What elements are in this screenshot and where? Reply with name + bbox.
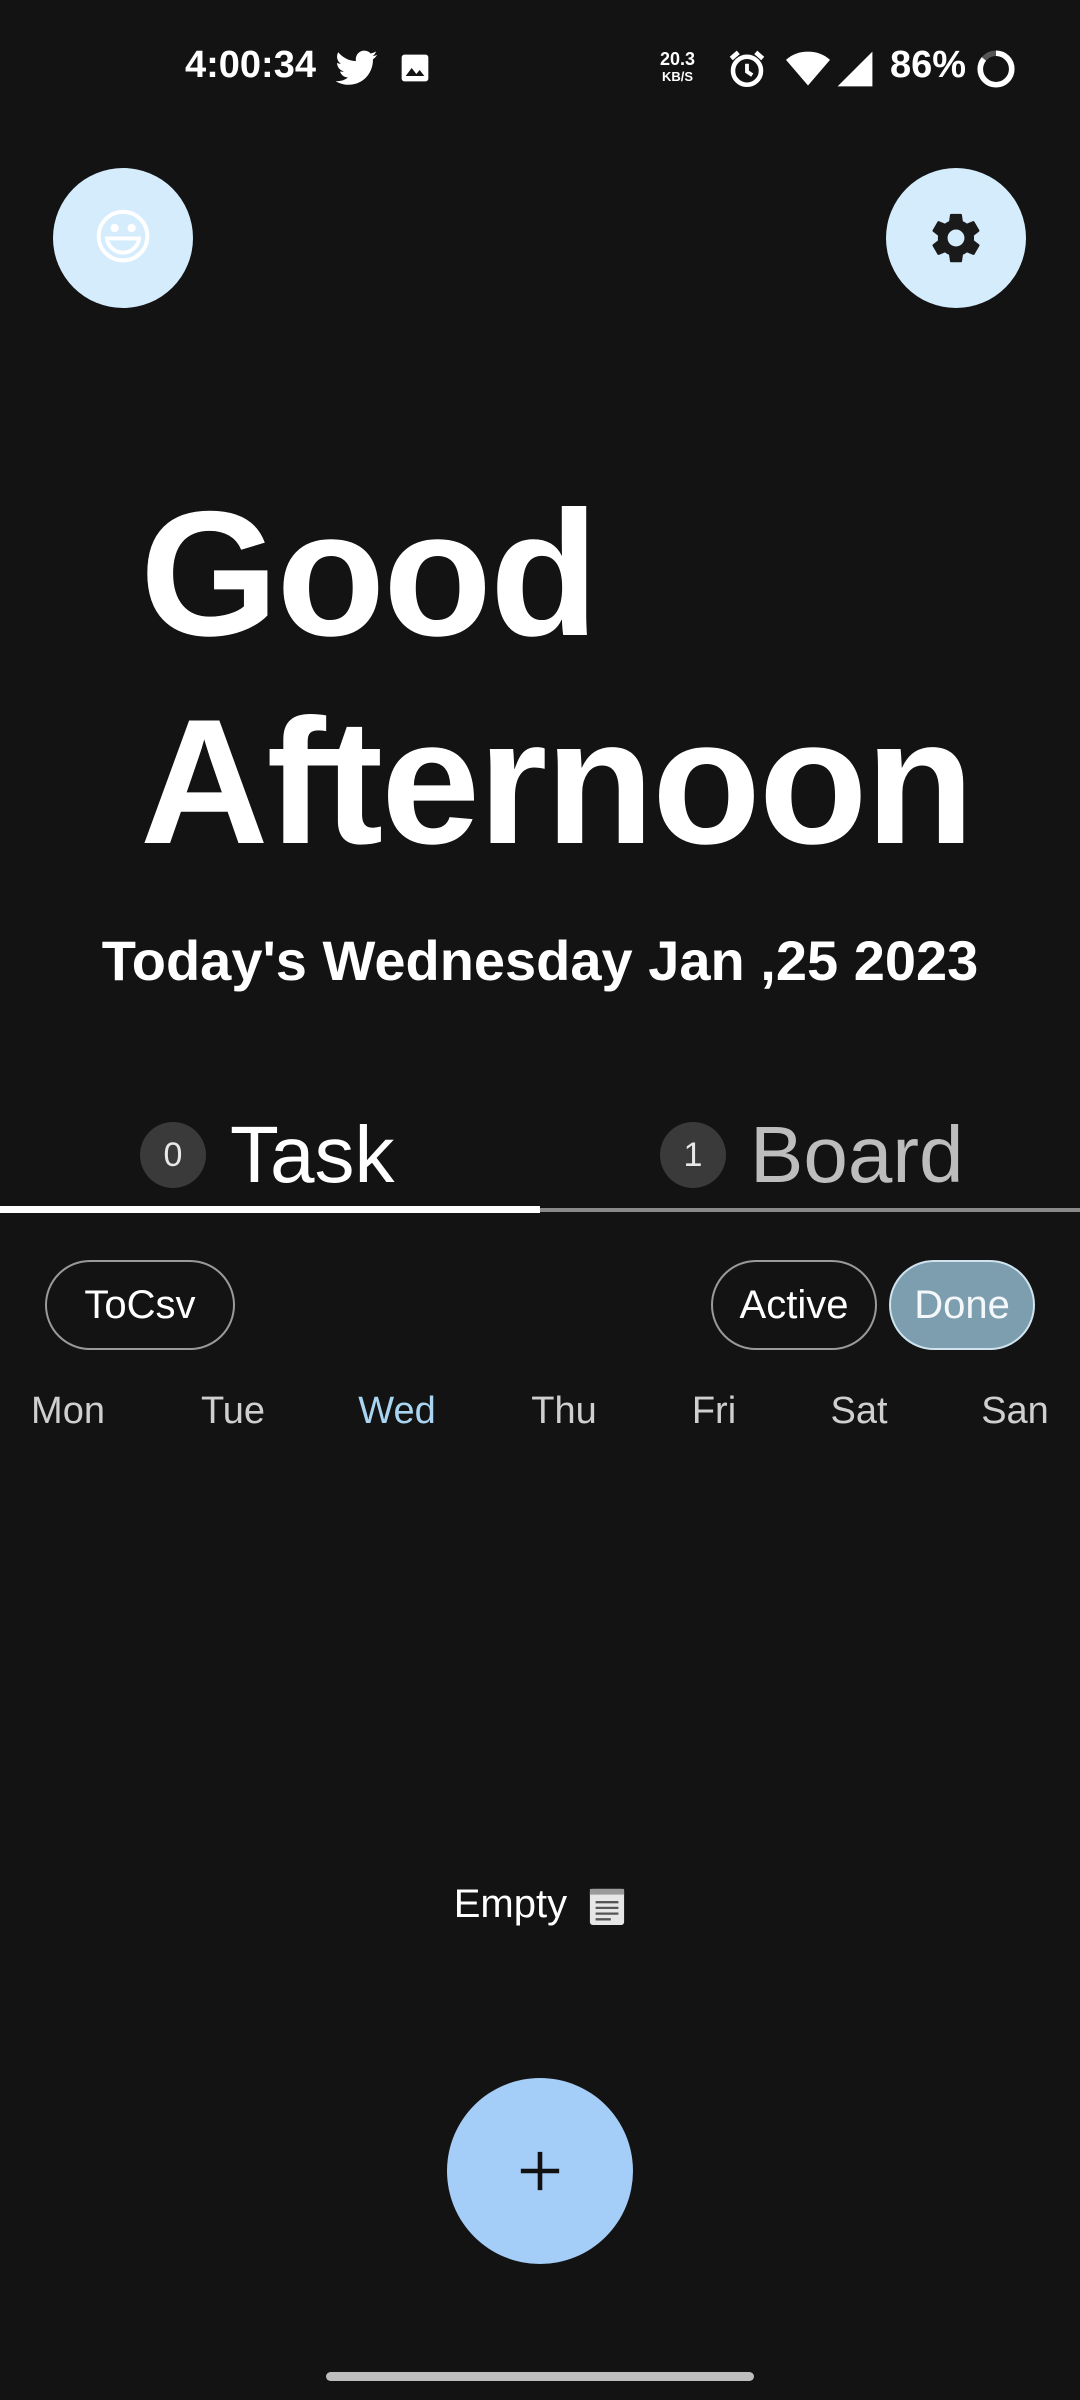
day-mon[interactable]: Mon — [31, 1390, 105, 1433]
tab-selected-indicator — [0, 1206, 540, 1213]
battery-percentage: 86% — [890, 44, 967, 86]
day-tue[interactable]: Tue — [201, 1390, 265, 1433]
weekday-selector: Mon Tue Wed Thu Fri Sat San — [0, 1390, 1080, 1450]
plus-icon — [520, 2151, 560, 2191]
home-indicator[interactable] — [326, 2372, 754, 2381]
alarm-icon — [729, 50, 765, 88]
settings-button[interactable] — [886, 168, 1026, 308]
network-speed: 20.3 KB/S — [660, 50, 695, 86]
date-subtitle: Today's Wednesday Jan ,25 2023 — [101, 929, 979, 992]
day-san[interactable]: San — [981, 1390, 1049, 1433]
filter-done-chip[interactable]: Done — [889, 1260, 1035, 1350]
export-csv-button[interactable]: ToCsv — [45, 1260, 235, 1350]
task-count-badge: 0 — [140, 1122, 206, 1188]
signal-icon — [837, 51, 873, 87]
tab-task-label: Task — [230, 1110, 395, 1199]
day-sat[interactable]: Sat — [830, 1390, 887, 1433]
profile-button[interactable]: 😃 — [53, 168, 193, 308]
status-time: 4:00:34 — [185, 44, 316, 86]
empty-state-text: Empty — [453, 1882, 568, 1926]
day-fri[interactable]: Fri — [692, 1390, 736, 1433]
tab-board-label: Board — [750, 1110, 964, 1199]
tab-task[interactable]: 0 Task — [140, 1100, 395, 1210]
day-thu[interactable]: Thu — [531, 1390, 596, 1433]
twitter-icon — [336, 50, 378, 85]
tab-board[interactable]: 1 Board — [660, 1100, 963, 1210]
wifi-icon — [786, 51, 830, 86]
greeting-line-2: Afternoon — [140, 682, 974, 881]
network-speed-unit: KB/S — [661, 69, 694, 84]
filter-active-chip[interactable]: Active — [711, 1260, 877, 1350]
greeting-line-1: Good — [140, 474, 599, 673]
add-task-button[interactable] — [447, 2078, 633, 2264]
image-icon — [401, 54, 429, 82]
day-wed[interactable]: Wed — [358, 1390, 435, 1433]
greeting-title: Good Afternoon — [140, 470, 1020, 886]
battery-ring-icon — [977, 50, 1015, 88]
network-speed-value: 20.3 — [660, 49, 696, 69]
empty-state: Empty — [0, 1882, 1080, 1927]
board-count-badge: 1 — [660, 1122, 726, 1188]
smiley-emoji: 😃 — [91, 204, 155, 271]
gear-icon — [932, 213, 980, 263]
notepad-icon — [590, 1889, 625, 1926]
